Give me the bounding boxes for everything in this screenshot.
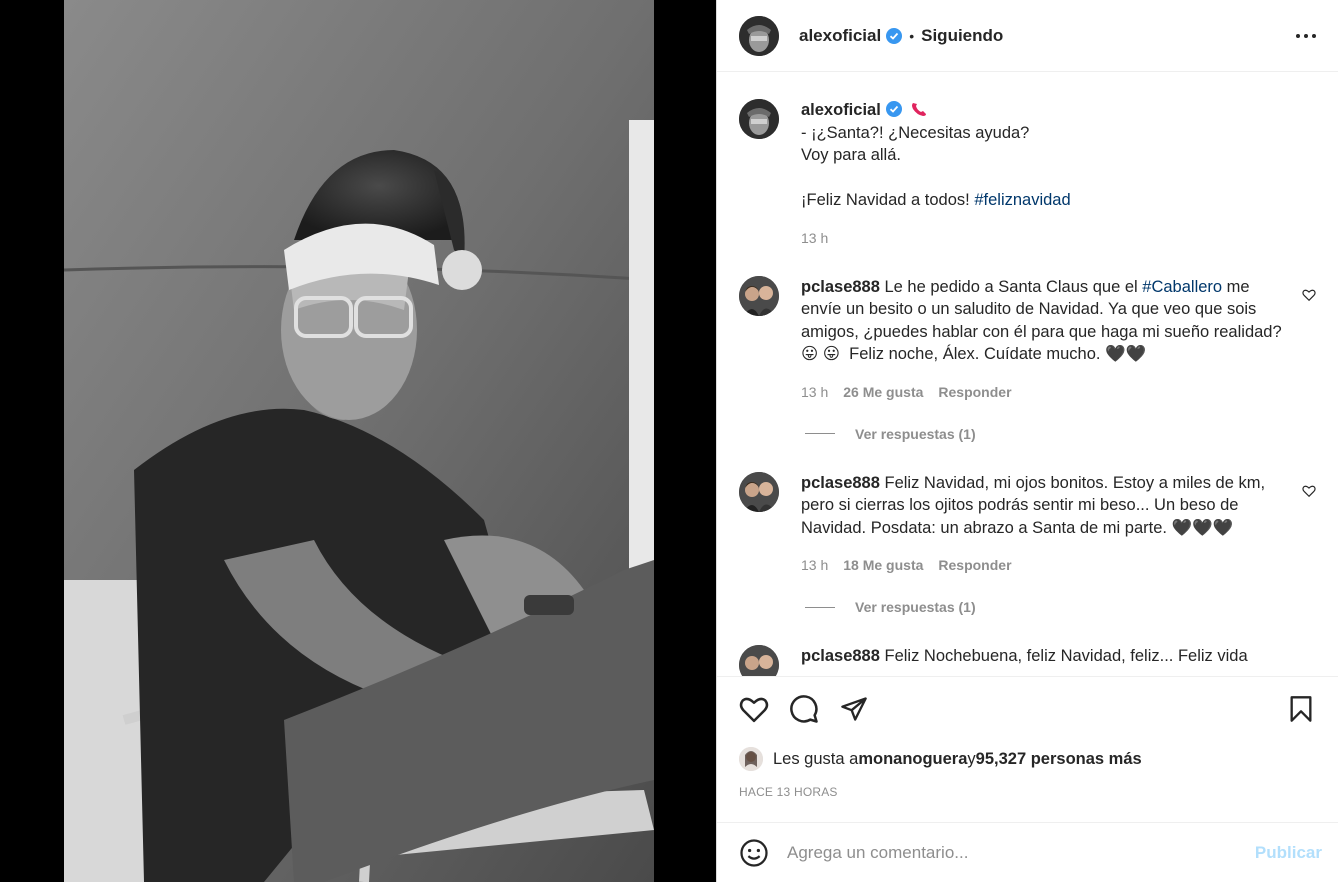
comment-time: 13 h: [801, 383, 829, 400]
post-header: alexoficial • Siguiendo: [717, 0, 1338, 72]
comment-text: pclase888 Feliz Navidad, mi ojos bonitos…: [801, 472, 1284, 540]
comment-body: pclase888 Feliz Nochebuena, feliz Navida…: [801, 645, 1318, 676]
comment-text-part: Feliz Nochebuena, feliz Navidad, feliz..…: [879, 647, 1248, 665]
replies-divider: [805, 433, 835, 434]
publish-button[interactable]: Publicar: [1255, 843, 1322, 863]
caption-hashtag[interactable]: #feliznavidad: [974, 191, 1070, 209]
comment-item: pclase888 Feliz Navidad, mi ojos bonitos…: [739, 471, 1318, 616]
author-avatar[interactable]: [739, 15, 779, 56]
comment-body: pclase888 Feliz Navidad, mi ojos bonitos…: [801, 472, 1318, 616]
caption-line-2: Voy para allá.: [801, 146, 901, 164]
commenter-username[interactable]: pclase888: [801, 474, 880, 492]
share-icon[interactable]: [839, 694, 869, 724]
action-icons-row: [739, 693, 1318, 725]
liker-username[interactable]: monanoguera: [858, 750, 967, 769]
post-detail-panel: alexoficial • Siguiendo alexoficial - ¡¿…: [716, 0, 1338, 882]
comment-likes[interactable]: 26 Me gusta: [843, 384, 923, 400]
comment-time: 13 h: [801, 557, 829, 573]
commenter-avatar[interactable]: [739, 471, 779, 512]
liker-avatar: [739, 747, 763, 771]
commenter-avatar[interactable]: [739, 645, 779, 676]
caption-text: alexoficial - ¡¿Santa?! ¿Necesitas ayuda…: [801, 99, 1284, 212]
follow-status-button[interactable]: Siguiendo: [921, 26, 1003, 46]
likes-count[interactable]: 95,327 personas más: [976, 750, 1142, 769]
view-replies-button[interactable]: Ver respuestas (1): [805, 426, 1284, 442]
replies-divider: [805, 606, 835, 608]
verified-badge-icon: [886, 27, 903, 44]
comments-section[interactable]: alexoficial - ¡¿Santa?! ¿Necesitas ayuda…: [717, 73, 1338, 676]
caption-line-4: ¡Feliz Navidad a todos!: [801, 191, 975, 209]
comment-input[interactable]: [787, 842, 1255, 863]
verified-badge-icon: [885, 101, 902, 117]
media-pane: [0, 0, 716, 882]
view-replies-label: Ver respuestas (1): [855, 425, 976, 442]
more-options-icon[interactable]: [1294, 24, 1318, 48]
likes-middle: y: [967, 749, 976, 768]
post-photo-image: [64, 0, 654, 882]
comment-likes[interactable]: 18 Me gusta: [843, 557, 923, 573]
phone-icon: [912, 103, 927, 116]
comment-item: pclase888 Le he pedido a Santa Claus que…: [739, 275, 1318, 442]
comment-icon[interactable]: [789, 694, 819, 724]
like-comment-heart-icon[interactable]: [1302, 484, 1316, 498]
caption-line-1: - ¡¿Santa?! ¿Necesitas ayuda?: [801, 123, 1030, 142]
heart-icon[interactable]: [739, 694, 769, 724]
caption-body: alexoficial - ¡¿Santa?! ¿Necesitas ayuda…: [801, 99, 1318, 246]
caption: alexoficial - ¡¿Santa?! ¿Necesitas ayuda…: [739, 99, 1318, 246]
commenter-username[interactable]: pclase888: [801, 647, 880, 665]
caption-username[interactable]: alexoficial: [801, 101, 881, 119]
emoji-icon[interactable]: [739, 838, 769, 868]
author-avatar[interactable]: [739, 99, 779, 139]
likes-summary[interactable]: Les gusta a monanoguera y 95,327 persona…: [739, 747, 1318, 771]
comment-body: pclase888 Le he pedido a Santa Claus que…: [801, 276, 1318, 442]
comment-item: pclase888 Feliz Nochebuena, feliz Navida…: [739, 645, 1318, 676]
likes-prefix: Les gusta a: [773, 749, 859, 768]
caption-meta: 13 h: [801, 230, 1284, 246]
caption-time: 13 h: [801, 229, 829, 246]
bookmark-icon[interactable]: [1286, 694, 1316, 724]
comment-meta: 13 h 26 Me gusta Responder: [801, 384, 1284, 400]
post-timestamp: HACE 13 HORAS: [739, 785, 838, 799]
commenter-avatar[interactable]: [739, 275, 779, 316]
comment-text-part: Le he pedido a Santa Claus que el: [879, 277, 1143, 296]
view-replies-button[interactable]: Ver respuestas (1): [805, 599, 1284, 615]
comment-text: pclase888 Le he pedido a Santa Claus que…: [801, 276, 1284, 366]
reply-button[interactable]: Responder: [938, 384, 1011, 400]
author-username[interactable]: alexoficial: [799, 26, 881, 46]
reply-button[interactable]: Responder: [938, 557, 1011, 573]
comment-text: pclase888 Feliz Nochebuena, feliz Navida…: [801, 645, 1284, 668]
post-actions: Les gusta a monanoguera y 95,327 persona…: [717, 676, 1338, 799]
add-comment-bar: Publicar: [717, 822, 1338, 882]
post-photo[interactable]: [64, 0, 654, 882]
separator-dot: •: [909, 27, 915, 44]
like-comment-heart-icon[interactable]: [1302, 288, 1316, 302]
comment-hashtag[interactable]: #Caballero: [1142, 278, 1222, 296]
comment-meta: 13 h 18 Me gusta Responder: [801, 557, 1284, 573]
view-replies-label: Ver respuestas (1): [855, 599, 976, 615]
commenter-username[interactable]: pclase888: [801, 278, 880, 296]
